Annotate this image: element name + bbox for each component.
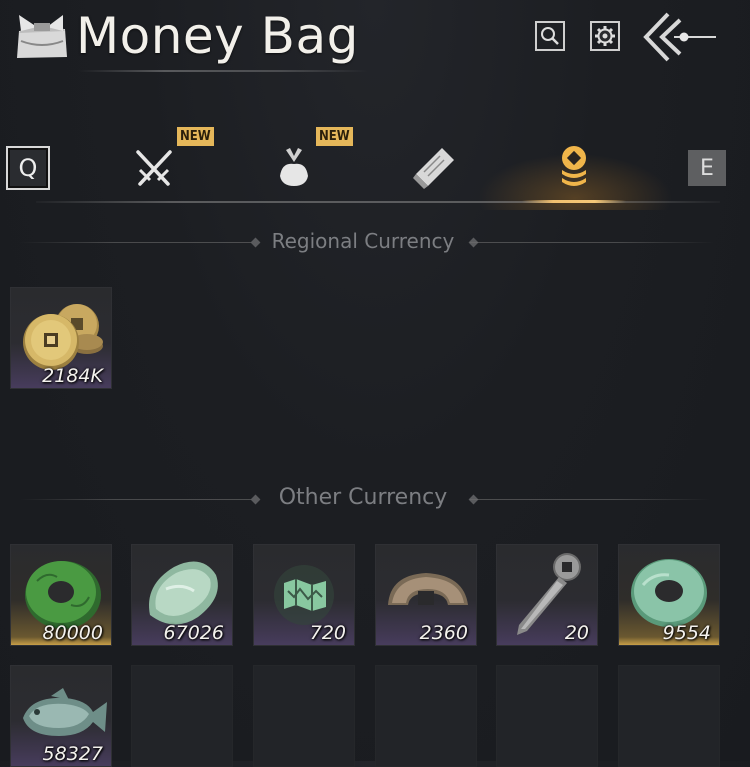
next-tab-key[interactable]: E [688,150,726,186]
tab-bag[interactable] [264,138,324,198]
currency-tile-green-jade[interactable]: 80000 [10,544,112,646]
new-badge: NEW [316,127,353,146]
item-count: 67026 [163,622,224,644]
section-title-regional: Regional Currency [271,229,455,253]
empty-slot [131,665,233,767]
item-count: 9554 [662,622,711,644]
currency-tile-pale-jade[interactable]: 67026 [131,544,233,646]
title-underline [78,70,368,72]
item-count: 20 [564,622,589,644]
bundle-icon [280,148,308,186]
section-divider [20,499,255,500]
settings-button[interactable] [590,21,620,51]
section-divider [470,242,715,243]
section-divider [20,242,256,243]
section-title-other: Other Currency [278,485,448,510]
empty-slot [496,665,598,767]
tab-weapons[interactable] [124,138,184,198]
coin-stack-icon [562,146,586,186]
search-button[interactable] [535,21,565,51]
empty-slot [253,665,355,767]
money-bag-icon [13,11,71,63]
active-tab-indicator [522,200,626,203]
back-button[interactable] [642,10,720,64]
prev-tab-key[interactable]: Q [6,146,50,190]
currency-tile-half-coin[interactable]: 2360 [375,544,477,646]
section-divider [470,499,710,500]
page-title: Money Bag [76,7,359,65]
crossed-swords-icon [136,150,172,186]
currency-tile-coin-sword[interactable]: 20 [496,544,598,646]
empty-slot [375,665,477,767]
currency-tile-regional-coins[interactable]: 2184K [10,287,112,389]
currency-tile-map-token[interactable]: 720 [253,544,355,646]
back-arrow-icon [643,12,716,62]
search-icon [541,27,559,45]
empty-slot [618,665,720,767]
item-count: 80000 [42,622,103,644]
tab-scrolls[interactable] [404,138,464,198]
gear-icon [595,26,615,46]
item-count: 58327 [42,743,103,765]
new-badge: NEW [177,127,214,146]
item-count: 2184K [42,365,103,387]
currency-tile-jade-ring[interactable]: 9554 [618,544,720,646]
item-count: 720 [309,622,346,644]
scroll-icon [413,148,454,189]
tab-currency[interactable] [544,138,604,198]
currency-tile-jade-fish[interactable]: 58327 [10,665,112,767]
item-count: 2360 [419,622,468,644]
